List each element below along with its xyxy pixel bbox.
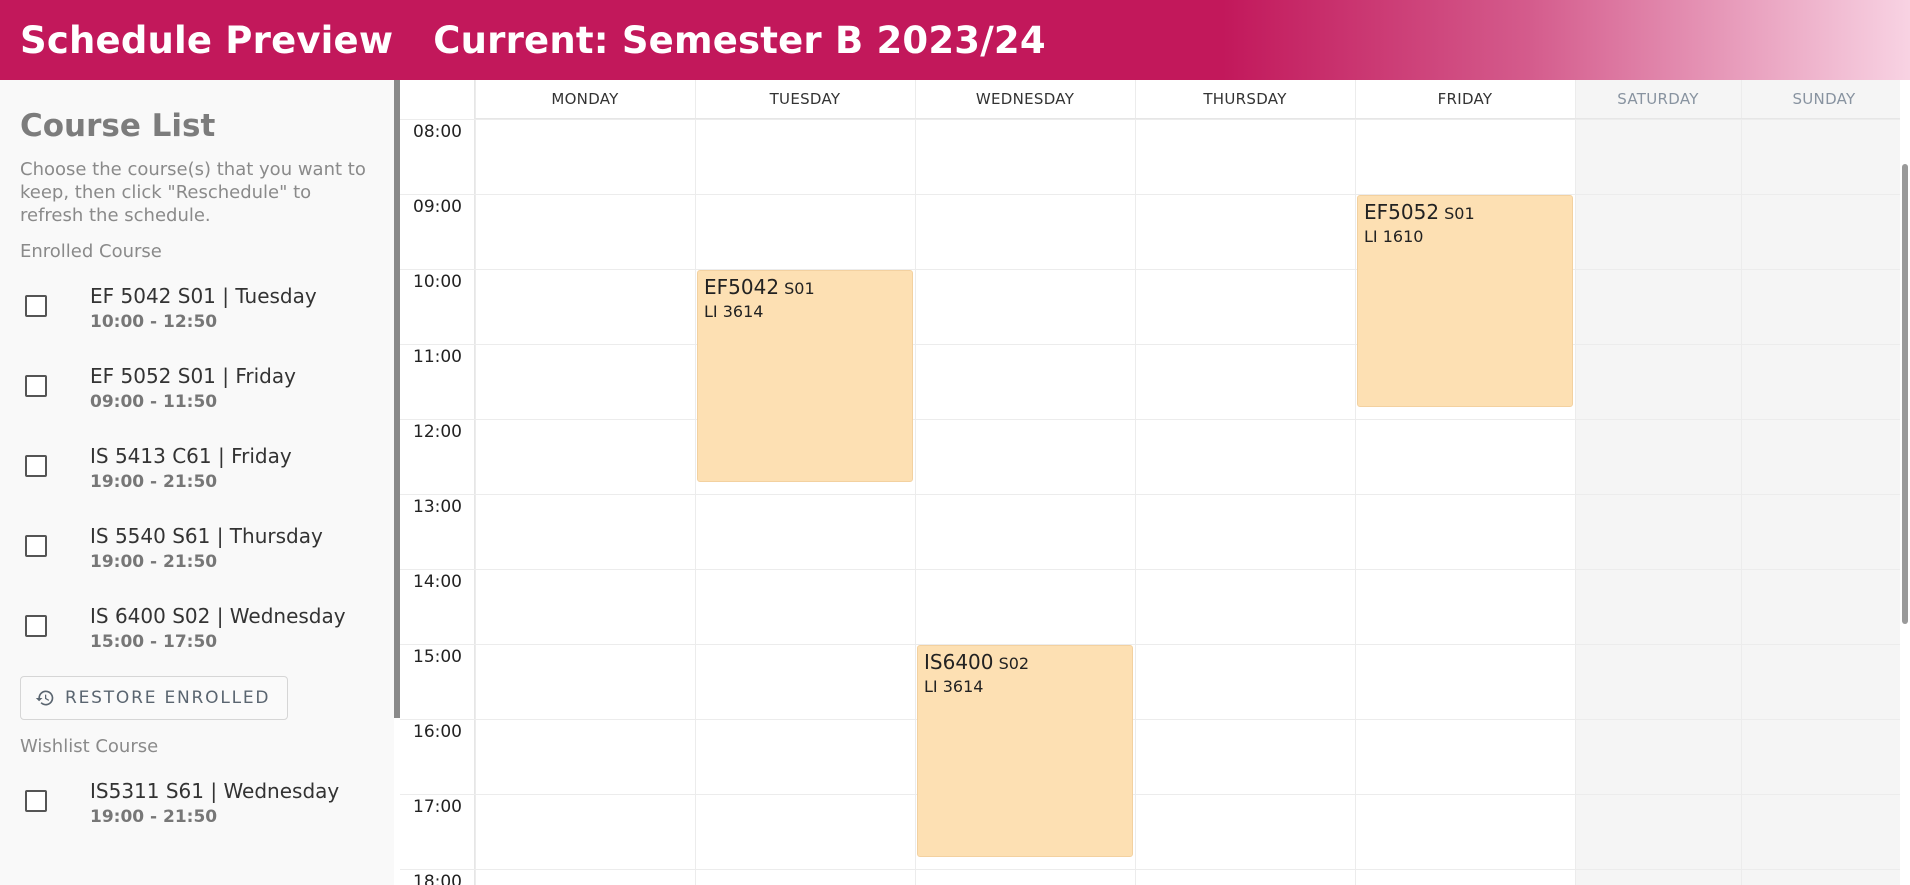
hour-gridline [400, 569, 1900, 570]
event-room: LI 1610 [1364, 227, 1424, 246]
day-header-wednesday: WEDNESDAY [915, 80, 1135, 119]
weekly-calendar: MONDAY TUESDAY WEDNESDAY THURSDAY FRIDAY SATU… [400, 80, 1900, 885]
course-title: EF 5042 S01 | Tuesday [90, 284, 317, 308]
day-column-monday [475, 80, 695, 885]
course-checkbox[interactable] [25, 790, 47, 812]
hour-gridline [400, 419, 1900, 420]
hour-gridline [400, 119, 1900, 120]
day-header-friday: FRIDAY [1355, 80, 1575, 119]
time-label: 15:00 [413, 647, 462, 667]
course-list-sidebar: Course List Choose the course(s) that yo… [0, 80, 394, 885]
enrolled-course-item[interactable]: EF 5052 S01 | Friday 09:00 - 11:50 [20, 342, 374, 422]
hour-gridline [400, 494, 1900, 495]
hour-gridline [400, 794, 1900, 795]
course-title: EF 5052 S01 | Friday [90, 364, 296, 388]
course-checkbox[interactable] [25, 295, 47, 317]
history-icon [35, 690, 54, 706]
hour-gridline [400, 644, 1900, 645]
time-label: 10:00 [413, 272, 462, 292]
calendar-scrollbar[interactable] [1900, 80, 1910, 885]
time-label: 13:00 [413, 497, 462, 517]
time-label: 12:00 [413, 422, 462, 442]
time-label: 16:00 [413, 722, 462, 742]
app-header: Schedule Preview Current: Semester B 202… [0, 0, 1910, 80]
calendar-event-ef5042[interactable]: EF5042 S01 LI 3614 [697, 270, 913, 482]
course-time: 10:00 - 12:50 [90, 312, 218, 332]
calendar-event-is6400[interactable]: IS6400 S02 LI 3614 [917, 645, 1133, 857]
day-header-tuesday: TUESDAY [695, 80, 915, 119]
enrolled-course-item[interactable]: EF 5042 S01 | Tuesday 10:00 - 12:50 [20, 262, 374, 342]
event-section: S01 [1439, 204, 1475, 223]
course-title: IS 6400 S02 | Wednesday [90, 604, 346, 628]
time-label: 11:00 [413, 347, 462, 367]
restore-enrolled-label: RESTORE ENROLLED [65, 688, 271, 708]
scrollbar-thumb[interactable] [1902, 164, 1908, 624]
course-title: IS 5540 S61 | Thursday [90, 524, 323, 548]
course-checkbox[interactable] [25, 375, 47, 397]
day-column-tuesday [695, 80, 915, 885]
page-title: Schedule Preview [20, 18, 394, 62]
calendar-event-ef5052[interactable]: EF5052 S01 LI 1610 [1357, 195, 1573, 407]
time-label: 14:00 [413, 572, 462, 592]
course-time: 15:00 - 17:50 [90, 632, 218, 652]
course-time: 09:00 - 11:50 [90, 392, 218, 412]
enrolled-course-item[interactable]: IS 6400 S02 | Wednesday 15:00 - 17:50 [20, 582, 374, 662]
event-course-code: EF5042 [704, 275, 780, 299]
hour-gridline [400, 269, 1900, 270]
day-column-thursday [1135, 80, 1355, 885]
enrolled-course-label: Enrolled Course [20, 241, 162, 262]
day-column-sunday [1741, 80, 1900, 885]
course-title: IS 5413 C61 | Friday [90, 444, 292, 468]
day-header-sunday: SUNDAY [1741, 80, 1900, 119]
enrolled-course-item[interactable]: IS 5413 C61 | Friday 19:00 - 21:50 [20, 422, 374, 502]
day-column-saturday [1575, 80, 1741, 885]
course-list-description: Choose the course(s) that you want to ke… [20, 159, 366, 226]
time-label: 18:00 [413, 872, 462, 885]
wishlist-course-item[interactable]: IS5311 S61 | Wednesday 19:00 - 21:50 [20, 757, 374, 837]
time-label: 08:00 [413, 122, 462, 142]
hour-gridline [400, 869, 1900, 870]
event-room: LI 3614 [704, 302, 764, 321]
day-header-monday: MONDAY [475, 80, 695, 119]
restore-enrolled-button[interactable]: RESTORE ENROLLED [20, 676, 288, 720]
course-title: IS5311 S61 | Wednesday [90, 779, 340, 803]
course-list-heading: Course List [20, 108, 216, 144]
current-semester: Current: Semester B 2023/24 [433, 18, 1046, 62]
course-checkbox[interactable] [25, 615, 47, 637]
event-course-code: EF5052 [1364, 200, 1440, 224]
event-section: S01 [779, 279, 815, 298]
day-header-saturday: SATURDAY [1575, 80, 1741, 119]
time-label: 17:00 [413, 797, 462, 817]
enrolled-course-item[interactable]: IS 5540 S61 | Thursday 19:00 - 21:50 [20, 502, 374, 582]
hour-gridline [400, 344, 1900, 345]
hour-gridline [400, 194, 1900, 195]
day-header-thursday: THURSDAY [1135, 80, 1355, 119]
course-time: 19:00 - 21:50 [90, 807, 218, 827]
course-time: 19:00 - 21:50 [90, 552, 218, 572]
event-room: LI 3614 [924, 677, 984, 696]
course-checkbox[interactable] [25, 455, 47, 477]
event-section: S02 [993, 654, 1030, 673]
event-course-code: IS6400 [924, 650, 994, 674]
hour-gridline [400, 719, 1900, 720]
course-time: 19:00 - 21:50 [90, 472, 218, 492]
wishlist-course-label: Wishlist Course [20, 736, 159, 757]
course-checkbox[interactable] [25, 535, 47, 557]
time-label: 09:00 [413, 197, 462, 217]
